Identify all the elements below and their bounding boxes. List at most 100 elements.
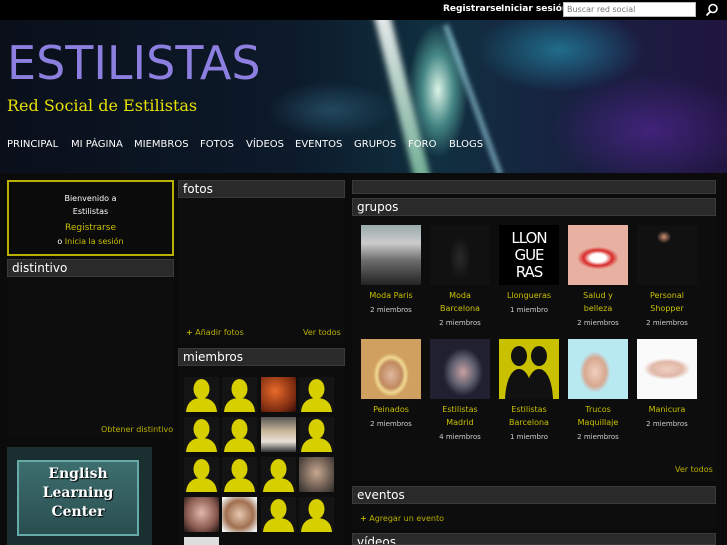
group-item[interactable]: Estilistas Madrid 4 miembros — [430, 339, 490, 441]
members-panel-title: miembros — [183, 350, 243, 364]
group-thumbnail-placeholder[interactable] — [499, 339, 559, 399]
ad-frame: English Learning Center — [17, 460, 139, 536]
right-column-top-bar — [352, 180, 716, 194]
group-item[interactable]: Personal Shopper 2 miembros — [637, 225, 697, 327]
group-thumbnail[interactable] — [361, 225, 421, 285]
add-photos-label: Añadir fotos — [195, 328, 244, 337]
group-item[interactable]: Moda Paris 2 miembros — [361, 225, 421, 314]
header-banner: ESTILISTAS Red Social de Estilistas PRIN… — [0, 20, 727, 173]
group-name[interactable]: Estilistas Madrid — [430, 403, 490, 429]
nav-item-fotos[interactable]: FOTOS — [200, 139, 234, 150]
group-name[interactable]: Salud y belleza — [568, 289, 628, 315]
member-avatar[interactable] — [222, 497, 257, 532]
group-thumbnail[interactable] — [361, 339, 421, 399]
member-avatar[interactable] — [299, 417, 334, 452]
member-avatar[interactable] — [184, 377, 219, 412]
member-avatar[interactable] — [261, 457, 296, 492]
group-member-count: 2 miembros — [370, 306, 412, 314]
group-item[interactable]: Trucos Maquillaje 2 miembros — [568, 339, 628, 441]
welcome-box: Bienvenido a Estilistas Registrarse o In… — [7, 180, 174, 256]
site-title[interactable]: ESTILISTAS — [7, 36, 261, 90]
member-avatar[interactable] — [184, 497, 219, 532]
group-thumbnail-llongueras-logo[interactable]: LLON GUE RAS — [499, 225, 559, 285]
group-thumbnail[interactable] — [568, 339, 628, 399]
login-link[interactable]: Iniciar sesión — [501, 4, 568, 14]
register-link[interactable]: Registrarse — [443, 4, 502, 14]
events-panel-title: eventos — [357, 488, 405, 502]
top-bar: Registrarse Iniciar sesión — [0, 0, 727, 20]
group-thumbnail[interactable] — [637, 339, 697, 399]
ad-text-line: English — [48, 466, 108, 482]
banner-light-streak — [373, 20, 433, 173]
banner-light-streak — [442, 23, 504, 173]
group-item[interactable]: Salud y belleza 2 miembros — [568, 225, 628, 327]
search-input[interactable] — [563, 2, 696, 17]
nav-item-eventos[interactable]: EVENTOS — [295, 139, 342, 150]
videos-panel-header: vídeos — [352, 533, 716, 545]
groups-view-all-link[interactable]: Ver todos — [675, 465, 713, 474]
groups-panel-title: grupos — [357, 200, 399, 214]
nav-item-miembros[interactable]: MIEMBROS — [134, 139, 189, 150]
group-member-count: 2 miembros — [646, 420, 688, 428]
member-avatar[interactable] — [184, 537, 219, 545]
member-avatar[interactable] — [222, 457, 257, 492]
group-name[interactable]: Moda Barcelona — [430, 289, 490, 315]
member-avatar[interactable] — [299, 377, 334, 412]
welcome-login-link[interactable]: Inicia la sesión — [65, 237, 124, 246]
member-avatar[interactable] — [299, 457, 334, 492]
group-thumbnail[interactable] — [637, 225, 697, 285]
add-photos-link[interactable]: + Añadir fotos — [186, 328, 244, 337]
add-event-link[interactable]: + Agregar un evento — [360, 514, 444, 523]
group-thumbnail[interactable] — [568, 225, 628, 285]
group-name[interactable]: Manicura — [637, 403, 697, 416]
english-learning-ad[interactable]: English Learning Center — [7, 447, 152, 545]
site-subtitle: Red Social de Estilistas — [7, 96, 198, 115]
welcome-login-line: o Inicia la sesión — [9, 237, 172, 246]
group-name[interactable]: Trucos Maquillaje — [568, 403, 628, 429]
nav-item-principal[interactable]: PRINCIPAL — [7, 139, 58, 150]
member-avatar[interactable] — [222, 417, 257, 452]
member-avatar[interactable] — [261, 417, 296, 452]
group-member-count: 2 miembros — [577, 433, 619, 441]
badge-panel-body — [7, 278, 174, 438]
group-name[interactable]: Moda Paris — [361, 289, 421, 302]
group-name[interactable]: Llongueras — [499, 289, 559, 302]
photos-view-all-link[interactable]: Ver todos — [303, 328, 341, 337]
welcome-register-link[interactable]: Registrarse — [9, 223, 172, 233]
group-item[interactable]: Moda Barcelona 2 miembros — [430, 225, 490, 327]
photos-panel-header: fotos — [178, 180, 345, 198]
welcome-or: o — [57, 237, 63, 246]
welcome-line: Bienvenido a — [64, 194, 117, 203]
plus-icon: + — [186, 328, 193, 337]
add-event-label: Agregar un evento — [369, 514, 445, 523]
member-avatar[interactable] — [299, 497, 334, 532]
group-item[interactable]: LLON GUE RAS Llongueras 1 miembro — [499, 225, 559, 314]
nav-item-grupos[interactable]: GRUPOS — [354, 139, 396, 150]
group-name[interactable]: Estilistas Barcelona — [499, 403, 559, 429]
members-panel-header: miembros — [178, 348, 345, 366]
badge-panel-header: distintivo — [7, 259, 174, 277]
nav-item-blogs[interactable]: BLOGS — [449, 139, 483, 150]
group-item[interactable]: Manicura 2 miembros — [637, 339, 697, 428]
nav-item-videos[interactable]: VÍDEOS — [246, 139, 284, 150]
member-avatar[interactable] — [184, 417, 219, 452]
logo-text: LLON — [511, 229, 547, 247]
member-avatar[interactable] — [261, 377, 296, 412]
get-badge-link[interactable]: Obtener distintivo — [101, 425, 173, 434]
group-item[interactable]: Peinados 2 miembros — [361, 339, 421, 428]
search-icon[interactable] — [705, 3, 719, 17]
plus-icon: + — [360, 514, 367, 523]
member-avatar[interactable] — [184, 457, 219, 492]
logo-text: RAS — [515, 263, 544, 281]
photos-panel-body — [178, 199, 345, 344]
nav-item-mi-pagina[interactable]: MI PÁGINA — [71, 139, 123, 150]
group-name[interactable]: Peinados — [361, 403, 421, 416]
member-avatar[interactable] — [261, 497, 296, 532]
group-thumbnail[interactable] — [430, 339, 490, 399]
group-thumbnail[interactable] — [430, 225, 490, 285]
group-name[interactable]: Personal Shopper — [637, 289, 697, 315]
member-avatar[interactable] — [222, 377, 257, 412]
events-panel-header: eventos — [352, 486, 716, 504]
nav-item-foro[interactable]: FORO — [408, 139, 436, 150]
group-item[interactable]: Estilistas Barcelona 1 miembro — [499, 339, 559, 441]
